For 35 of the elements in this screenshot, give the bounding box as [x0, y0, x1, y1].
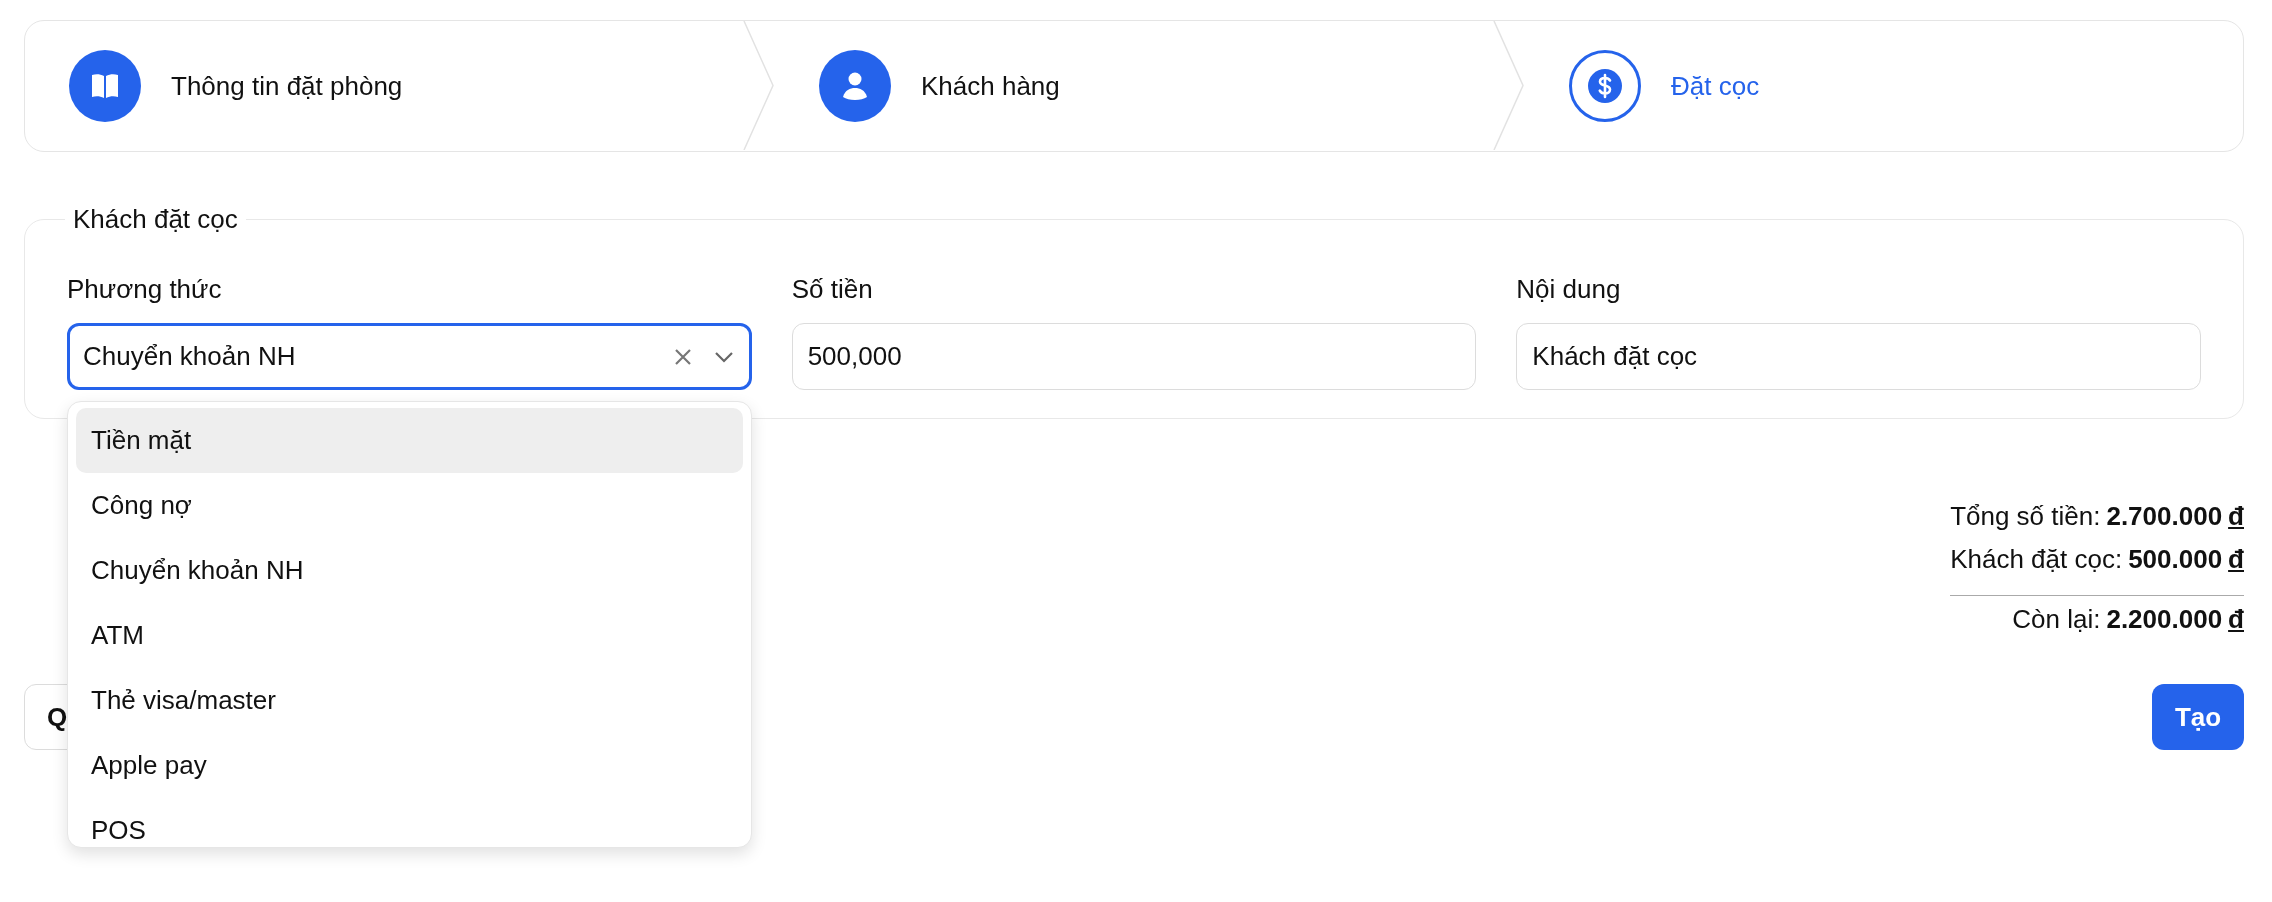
- step-label: Thông tin đặt phòng: [171, 70, 403, 102]
- total-amount: 2.200.000: [2106, 603, 2223, 635]
- currency-symbol: đ: [2228, 603, 2244, 635]
- total-amount: 2.700.000: [2106, 501, 2223, 532]
- dropdown-option[interactable]: Thẻ visa/master: [76, 668, 743, 733]
- select-field[interactable]: Chuyển khoản NH: [67, 323, 752, 390]
- create-button[interactable]: Tạo: [2152, 684, 2244, 750]
- step-label: Khách hàng: [921, 70, 1060, 102]
- dropdown-option[interactable]: POS: [76, 798, 743, 847]
- book-icon: [90, 73, 120, 99]
- step-item[interactable]: Thông tin đặt phòng: [25, 21, 743, 151]
- total-label: Còn lại:: [2012, 603, 2101, 635]
- dropdown-option[interactable]: Tiền mặt: [76, 408, 743, 473]
- dropdown-option[interactable]: ATM: [76, 603, 743, 668]
- field-label: Phương thức: [67, 273, 223, 305]
- clear-icon[interactable]: [672, 346, 693, 367]
- input-field[interactable]: Khách đặt cọc: [1516, 323, 2201, 390]
- step-label: Đặt cọc: [1671, 70, 1760, 102]
- field-label: Số tiền: [791, 273, 874, 305]
- dropdown-option[interactable]: Công nợ: [76, 473, 743, 538]
- step-item[interactable]: Khách hàng: [775, 21, 1493, 151]
- total-amount: 500.000: [2128, 544, 2223, 575]
- dropdown-option[interactable]: Chuyển khoản NH: [76, 538, 743, 603]
- section-title: Khách đặt cọc: [72, 204, 239, 235]
- chevron-down-icon[interactable]: [712, 349, 735, 364]
- total-label: Khách đặt cọc:: [1950, 544, 2123, 575]
- step-item[interactable]: Đặt cọc: [1525, 21, 2243, 151]
- currency-symbol: đ: [2228, 544, 2244, 575]
- total-label: Tổng số tiền:: [1950, 501, 2101, 532]
- person-icon: [841, 71, 869, 101]
- input-field[interactable]: 500,000: [791, 323, 1477, 390]
- field-label: Nội dung: [1516, 273, 1622, 305]
- dropdown-option[interactable]: Apple pay: [76, 733, 743, 798]
- currency-symbol: đ: [2228, 501, 2244, 532]
- dollar-icon: [1587, 68, 1623, 104]
